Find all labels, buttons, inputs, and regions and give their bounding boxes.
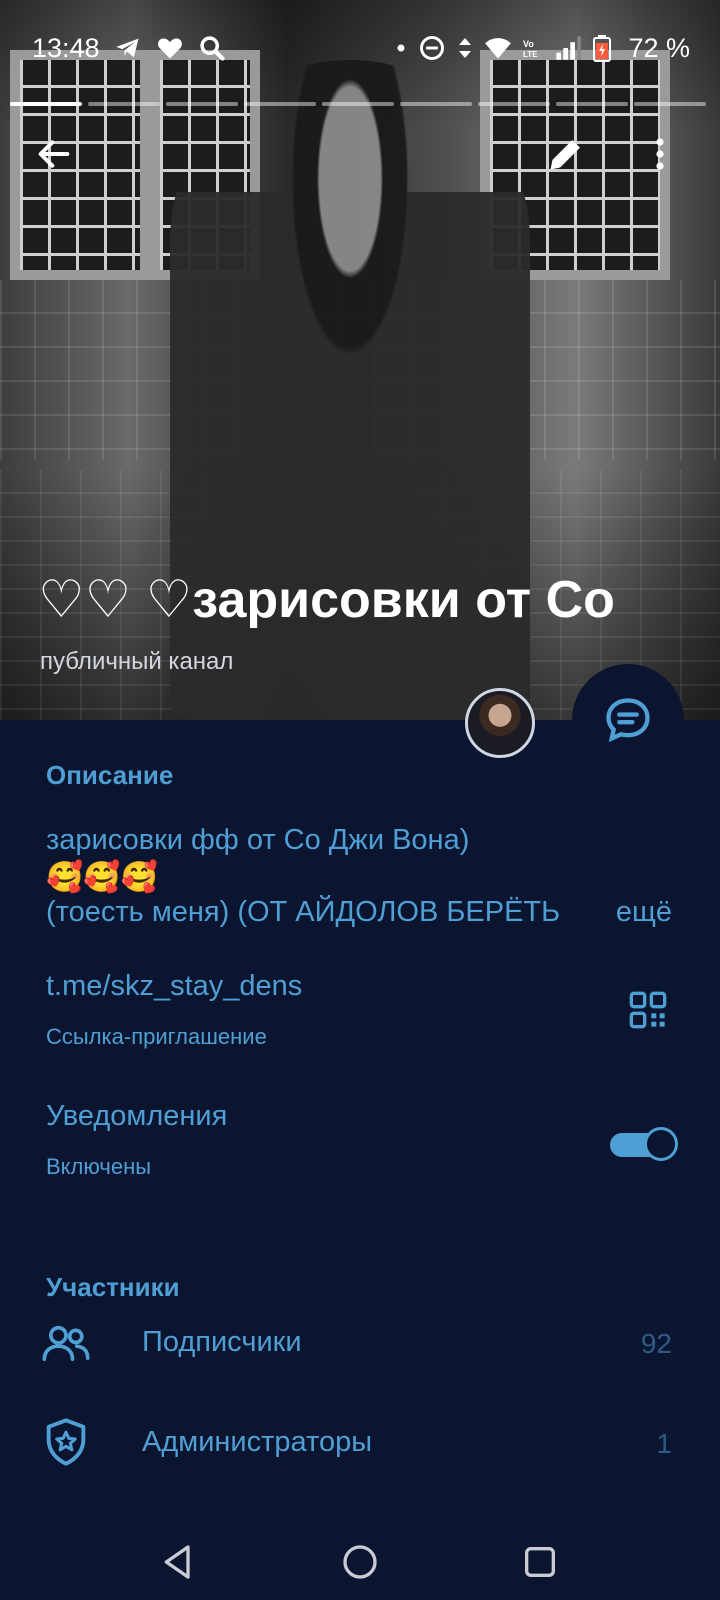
telegram-icon — [115, 38, 139, 58]
story-segment — [400, 102, 472, 106]
svg-text:Vo: Vo — [523, 39, 534, 49]
channel-avatar[interactable] — [465, 688, 535, 758]
story-segment — [322, 102, 394, 106]
nav-back-button[interactable] — [150, 1534, 206, 1590]
system-navigation-bar — [0, 1520, 720, 1600]
open-chat-button[interactable] — [572, 664, 684, 776]
search-icon — [199, 36, 225, 61]
notifications-label: Уведомления — [46, 1100, 228, 1132]
story-segment — [634, 102, 706, 106]
channel-type: публичный канал — [40, 648, 234, 675]
story-segment — [244, 102, 316, 106]
people-icon — [42, 1325, 90, 1362]
status-time: 13:48 — [32, 32, 100, 63]
subscribers-count: 92 — [640, 1328, 672, 1359]
description-line: (тоесть меня) (ОТ АЙДОЛОВ БЕРЁТЬ — [46, 896, 561, 928]
story-segment — [88, 102, 160, 106]
battery-charging-icon — [593, 35, 612, 62]
admin-shield-icon — [46, 1418, 86, 1466]
subscribers-label: Подписчики — [142, 1326, 302, 1358]
invite-link[interactable]: t.me/skz_stay_dens — [46, 970, 302, 1003]
administrators-count: 1 — [656, 1428, 672, 1459]
more-options-button[interactable] — [632, 126, 688, 182]
notification-dot-icon — [397, 44, 405, 52]
description-more-link[interactable]: ещё — [616, 896, 672, 929]
data-transfer-icon — [459, 38, 472, 58]
wifi-icon — [485, 38, 512, 59]
back-button[interactable] — [26, 126, 82, 182]
chat-bubble-icon — [606, 698, 650, 743]
description-emoji-line: 🥰🥰🥰 — [46, 861, 159, 894]
story-progress-bar — [10, 102, 706, 106]
status-bar: 13:48 Vo LTE 72 % — [0, 24, 720, 72]
administrators-label: Администраторы — [142, 1426, 373, 1458]
nav-recents-button[interactable] — [512, 1534, 568, 1590]
signal-icon — [556, 36, 582, 60]
text-fade — [560, 896, 610, 936]
circle-home-icon — [343, 1545, 377, 1579]
notifications-status: Включены — [46, 1154, 152, 1179]
edit-button[interactable] — [538, 126, 594, 182]
channel-title: ♡♡ ♡зарисовки от Со — [38, 571, 615, 629]
story-segment — [556, 102, 628, 106]
arrow-back-icon — [38, 140, 70, 168]
svg-text:LTE: LTE — [523, 50, 538, 59]
volte-icon: VoLTE — [523, 39, 538, 59]
notifications-toggle[interactable] — [610, 1127, 680, 1161]
invite-link-label: Ссылка-приглашение — [46, 1024, 267, 1049]
story-segment — [478, 102, 550, 106]
heart-icon — [157, 38, 182, 59]
qr-code-icon[interactable] — [628, 990, 668, 1030]
toggle-knob — [644, 1127, 678, 1161]
members-header: Участники — [46, 1272, 180, 1302]
nav-home-button[interactable] — [332, 1534, 388, 1590]
description-line: зарисовки фф от Со Джи Вона) — [46, 824, 470, 856]
square-recents-icon — [525, 1547, 555, 1577]
story-segment — [10, 102, 82, 106]
story-segment — [166, 102, 238, 106]
battery-percent: 72 % — [628, 32, 690, 63]
pencil-icon — [550, 139, 581, 170]
triangle-back-icon — [164, 1545, 190, 1579]
more-vertical-icon — [656, 138, 664, 170]
do-not-disturb-icon — [420, 36, 445, 60]
description-header: Описание — [46, 760, 174, 790]
